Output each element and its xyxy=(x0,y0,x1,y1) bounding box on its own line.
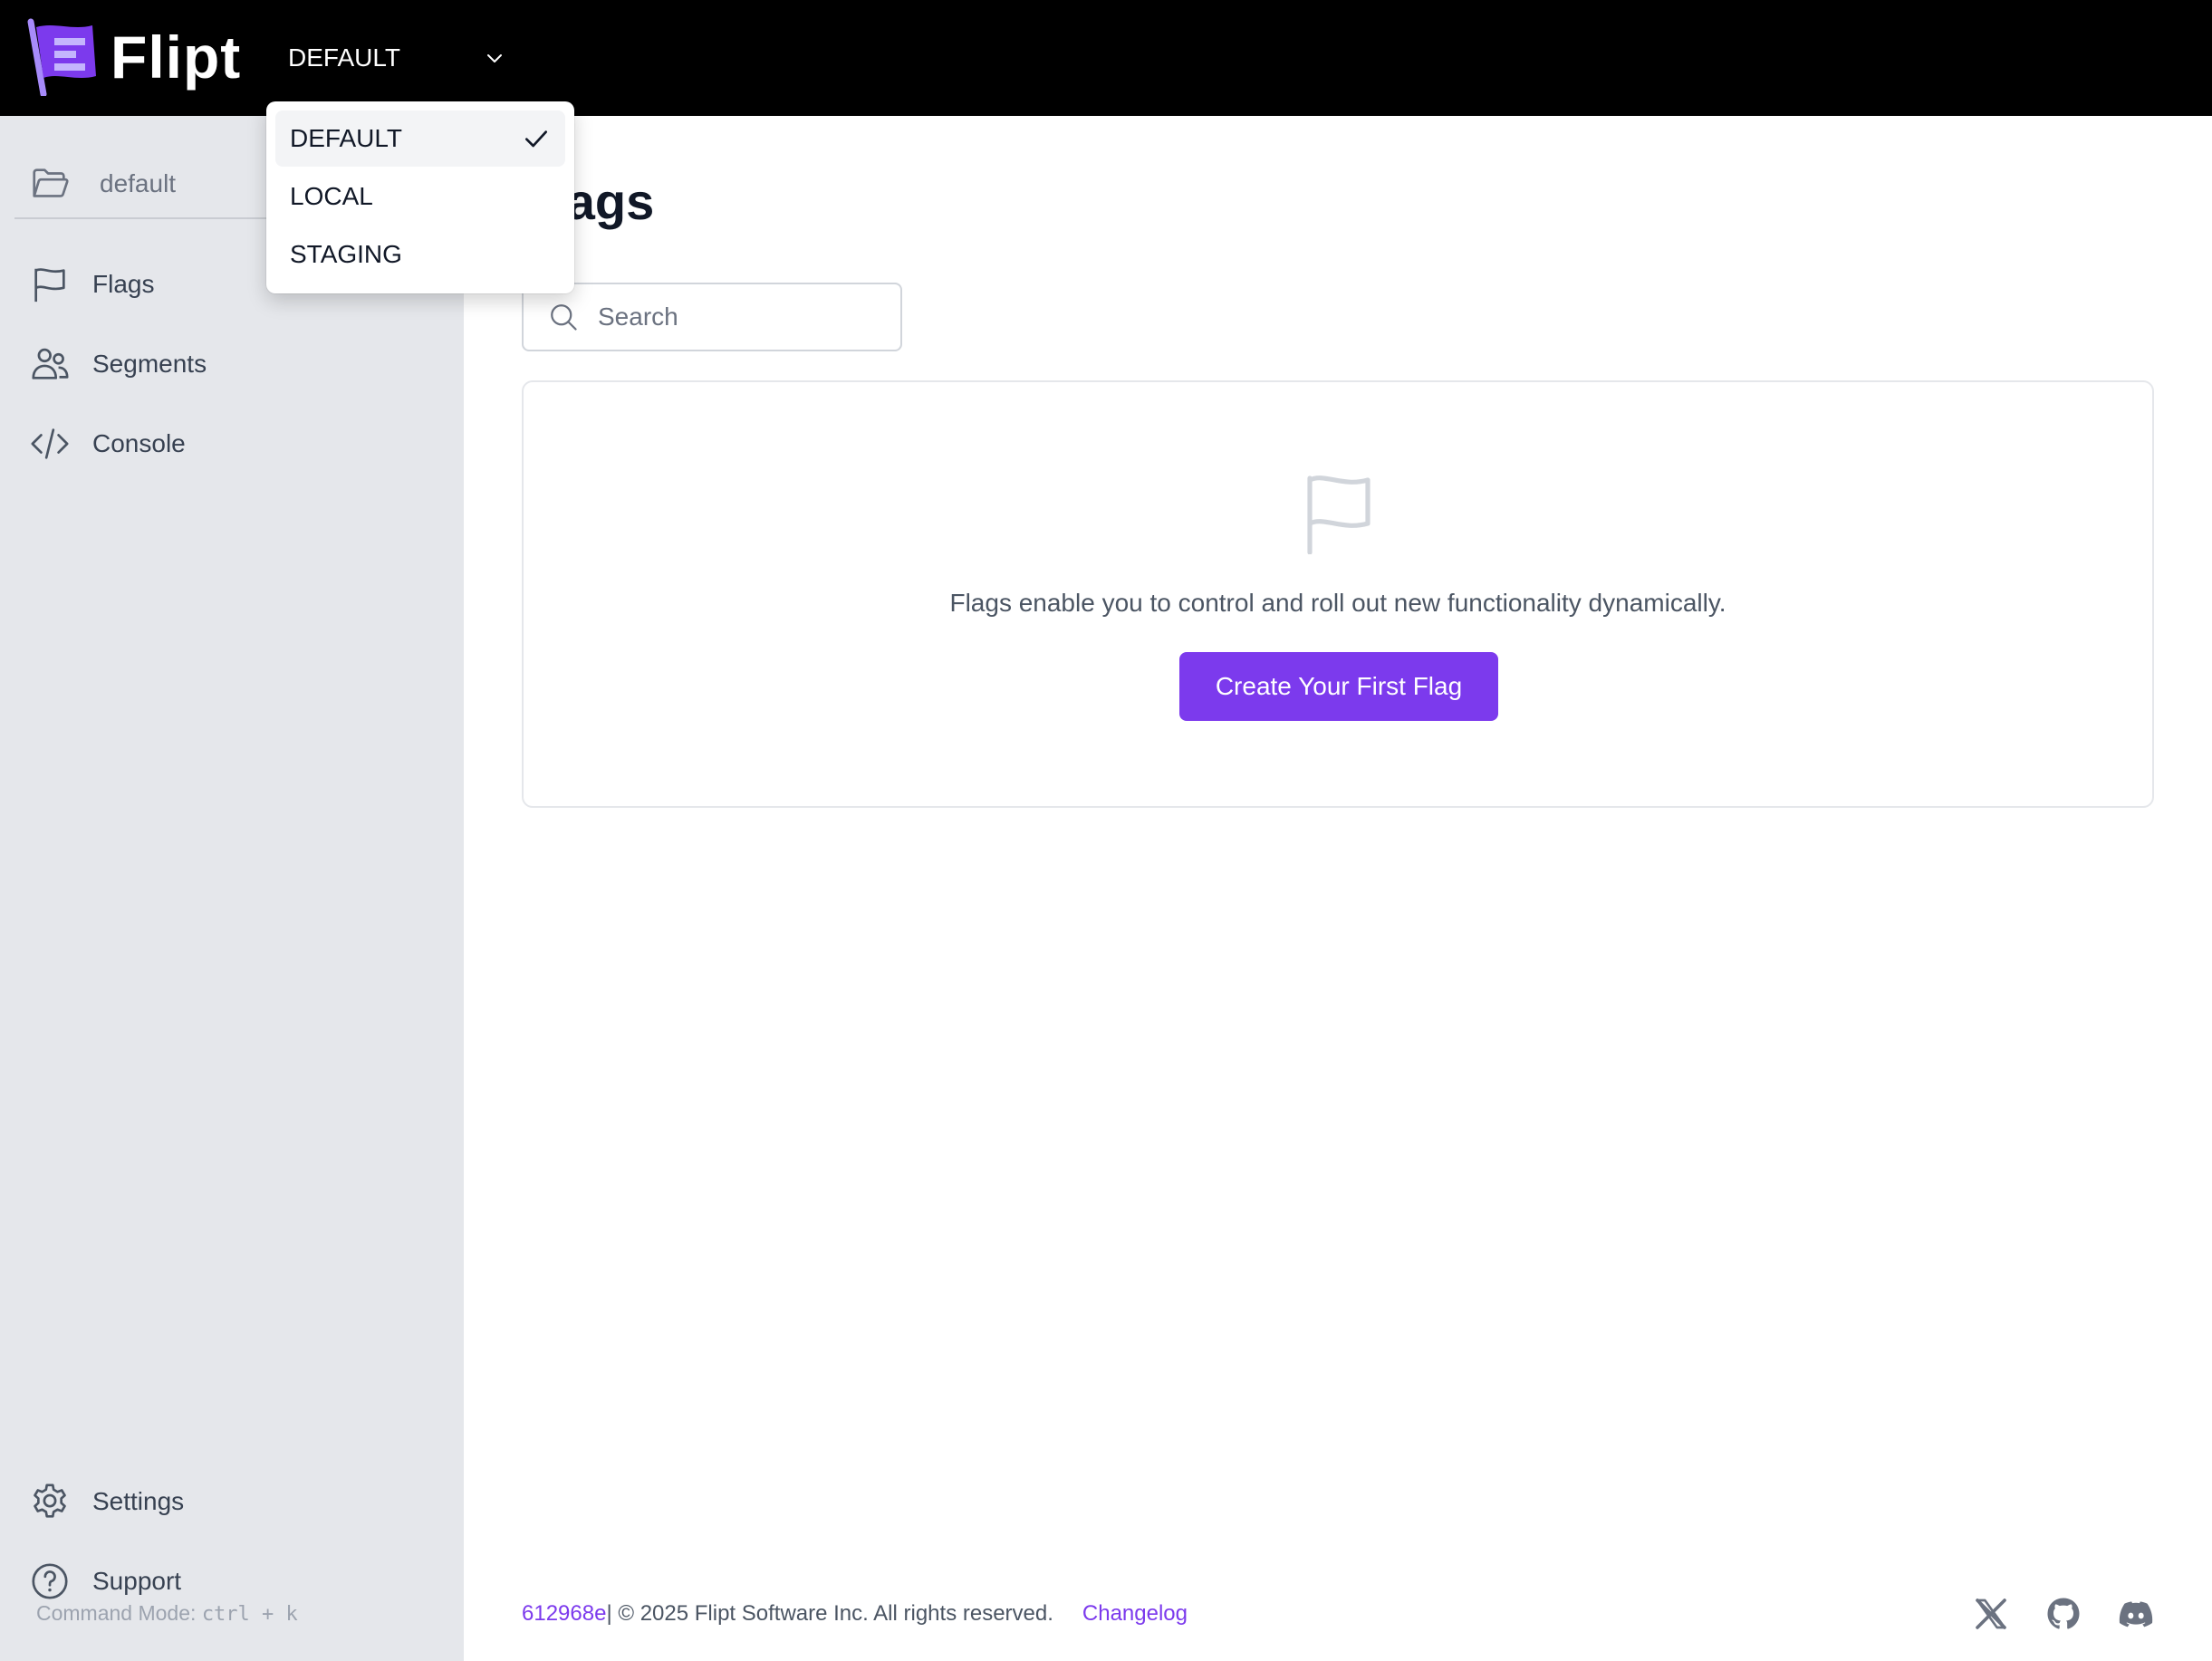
sidebar-item-console[interactable]: Console xyxy=(14,411,449,476)
changelog-link[interactable]: Changelog xyxy=(1082,1601,1188,1627)
sidebar-item-label: Segments xyxy=(92,350,207,378)
environment-option-staging[interactable]: STAGING xyxy=(275,226,565,283)
environment-selector[interactable]: DEFAULT xyxy=(288,36,505,80)
code-icon xyxy=(31,428,69,459)
namespace-label: default xyxy=(100,169,177,197)
search-input[interactable] xyxy=(598,302,870,331)
gear-icon xyxy=(34,1483,66,1518)
environment-dropdown-menu: DEFAULT LOCAL STAGING xyxy=(266,101,574,293)
sidebar-item-label: Flags xyxy=(92,270,155,298)
empty-state-card: Flags enable you to control and roll out… xyxy=(522,380,2154,808)
empty-state-text: Flags enable you to control and roll out… xyxy=(949,589,1726,617)
sidebar-item-label: Support xyxy=(92,1567,182,1595)
users-icon xyxy=(32,348,69,379)
flag-icon xyxy=(1307,475,1370,554)
check-icon xyxy=(525,130,547,148)
folder-open-icon xyxy=(33,168,69,197)
environment-option-label: STAGING xyxy=(290,240,402,268)
question-icon xyxy=(32,1563,68,1599)
create-first-flag-button[interactable]: Create Your First Flag xyxy=(1179,652,1498,721)
environment-option-default[interactable]: DEFAULT xyxy=(275,110,565,167)
command-mode-label: Command Mode: xyxy=(36,1601,197,1625)
chevron-down-icon xyxy=(487,54,502,62)
environment-option-label: LOCAL xyxy=(290,182,373,210)
environment-option-label: DEFAULT xyxy=(290,124,402,152)
environment-selected-label: DEFAULT xyxy=(288,43,400,72)
flipt-logo[interactable]: Flipt xyxy=(27,18,241,96)
flag-icon xyxy=(34,268,65,302)
top-bar: Flipt DEFAULT xyxy=(0,0,2212,116)
discord-icon[interactable] xyxy=(2118,1596,2154,1632)
github-icon[interactable] xyxy=(2045,1596,2082,1632)
sidebar-item-settings[interactable]: Settings xyxy=(14,1469,449,1534)
sidebar-item-label: Settings xyxy=(92,1487,185,1515)
commit-hash-link[interactable]: 612968e xyxy=(522,1601,606,1627)
sidebar-item-label: Console xyxy=(92,429,186,457)
command-mode-hint: Command Mode: ctrl + k xyxy=(36,1601,298,1626)
x-icon[interactable] xyxy=(1973,1596,2009,1632)
environment-option-local[interactable]: LOCAL xyxy=(275,168,565,225)
search-field[interactable] xyxy=(522,283,902,351)
flipt-logo-icon xyxy=(27,18,96,96)
command-mode-keys: ctrl + k xyxy=(201,1603,298,1626)
sidebar-item-segments[interactable]: Segments xyxy=(14,331,449,397)
logo-text: Flipt xyxy=(111,24,242,91)
copyright-text: | © 2025 Flipt Software Inc. All rights … xyxy=(606,1601,1053,1626)
footer: 612968e | © 2025 Flipt Software Inc. All… xyxy=(522,1601,1188,1627)
sidebar: default Flags Segments Console Settings xyxy=(0,116,464,1661)
search-icon xyxy=(551,304,577,331)
